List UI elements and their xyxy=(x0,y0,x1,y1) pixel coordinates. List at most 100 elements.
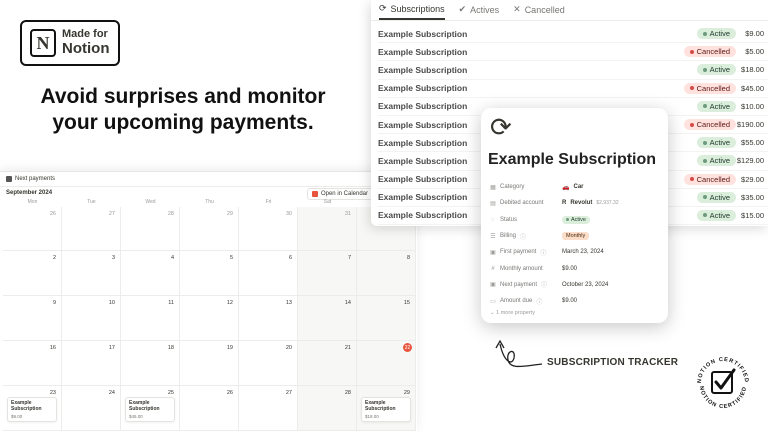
status-badge: Active xyxy=(696,100,736,112)
table-row[interactable]: Example Subscription Cancelled $45.00 xyxy=(378,80,768,98)
event-amount: $45.00 xyxy=(129,414,143,419)
calendar-day-cell[interactable]: 24 xyxy=(62,386,121,431)
calendar-day-cell[interactable]: 22 xyxy=(357,341,416,386)
day-number: 26 xyxy=(49,211,56,217)
bank-icon: ▤ xyxy=(490,200,496,207)
tab-subscriptions[interactable]: ⟳ Subscriptions xyxy=(379,3,445,20)
x-circle-icon: ✕ xyxy=(513,4,521,14)
status-dot-icon xyxy=(702,213,707,218)
calendar-day-cell[interactable]: 21 xyxy=(298,341,357,386)
day-number: 13 xyxy=(285,300,292,306)
day-number: 4 xyxy=(170,255,174,261)
weekday-label: Wed xyxy=(145,199,156,205)
subscription-amount: $35.00 xyxy=(741,192,764,202)
weekday-label: Sat xyxy=(323,199,332,205)
subscription-amount: $15.00 xyxy=(741,210,764,220)
calendar-tab-label: Next payments xyxy=(15,176,56,182)
calendar-day-cell[interactable]: 10 xyxy=(62,296,121,341)
status-label: Active xyxy=(709,138,730,148)
day-number: 3 xyxy=(111,255,115,261)
weekday-label: Mon xyxy=(27,199,38,205)
tab-actives[interactable]: ✔ Actives xyxy=(459,3,500,20)
day-number: 11 xyxy=(168,300,174,306)
info-icon: ⓘ xyxy=(536,299,543,306)
more-properties-toggle[interactable]: ⌄ 1 more property xyxy=(490,310,535,316)
sync-icon: ⟳ xyxy=(490,112,512,142)
calendar-day-cell[interactable]: 11 xyxy=(121,296,180,341)
money-icon: ▭ xyxy=(490,298,496,305)
day-number: 25 xyxy=(167,390,174,396)
calendar-event[interactable]: Example Subscription $45.00 xyxy=(125,397,175,422)
property-status[interactable]: ◌ Status Active xyxy=(490,212,662,228)
account-balance: $2,937.32 xyxy=(596,200,619,207)
calendar-day-cell[interactable]: 5 xyxy=(180,251,239,296)
calendar-event[interactable]: Example Subscription $18.00 xyxy=(361,397,411,422)
calendar-day-cell[interactable]: 12 xyxy=(180,296,239,341)
day-number: 24 xyxy=(108,390,115,396)
calendar-day-cell[interactable]: 3 xyxy=(62,251,121,296)
calendar-day-cell[interactable]: 6 xyxy=(239,251,298,296)
day-number: 26 xyxy=(226,390,233,396)
calendar-day-cell[interactable]: 27 xyxy=(62,207,121,251)
property-value: $9.00 xyxy=(562,298,578,305)
calendar-day-cell[interactable]: 30 xyxy=(239,207,298,251)
calendar-day-cell[interactable]: 28 xyxy=(298,386,357,431)
info-icon: ⓘ xyxy=(540,250,547,257)
calendar-day-cell[interactable]: 19 xyxy=(180,341,239,386)
property-list: ▦ Category 🚗 Car ▤ Debited account R Revolut… xyxy=(490,179,662,309)
subscription-name: Example Subscription xyxy=(378,192,468,203)
info-icon: ⓘ xyxy=(520,234,527,241)
event-title: Example Subscription xyxy=(11,400,42,412)
event-amount: $9.00 xyxy=(11,414,23,419)
property-debited-account[interactable]: ▤ Debited account R Revolut $2,937.32 xyxy=(490,195,662,211)
calendar-day-cell[interactable]: 9 xyxy=(3,296,62,341)
calendar-tab[interactable]: Next payments xyxy=(6,176,55,182)
subscription-amount: $45.00 xyxy=(741,83,764,93)
tab-cancelled[interactable]: ✕ Cancelled xyxy=(513,3,565,20)
status-badge: Cancelled xyxy=(683,46,736,58)
day-number: 29 xyxy=(403,390,410,396)
property-value: $9.00 xyxy=(562,265,578,272)
calendar-day-cell[interactable]: 8 xyxy=(357,251,416,296)
day-number: 15 xyxy=(403,300,410,306)
day-number: 7 xyxy=(347,255,351,261)
tab-label: Cancelled xyxy=(524,4,565,15)
property-category[interactable]: ▦ Category 🚗 Car xyxy=(490,179,662,195)
calendar-day-cell[interactable]: 31 xyxy=(298,207,357,251)
calendar-day-cell[interactable]: 28 xyxy=(121,207,180,251)
weekday-header: MonTueWedThuFriSatSun xyxy=(3,199,416,205)
calendar-day-cell[interactable]: 20 xyxy=(239,341,298,386)
calendar-day-cell[interactable]: 16 xyxy=(3,341,62,386)
calendar-day-cell[interactable]: 13 xyxy=(239,296,298,341)
calendar-day-cell[interactable]: 29 Example Subscription $18.00 xyxy=(357,386,416,431)
calendar-event[interactable]: Example Subscription $9.00 xyxy=(7,397,57,422)
calendar-day-cell[interactable]: 15 xyxy=(357,296,416,341)
calendar-day-cell[interactable]: 27 xyxy=(239,386,298,431)
property-first-payment[interactable]: ▣ First payment ⓘ March 23, 2024 xyxy=(490,244,662,260)
property-amount-due[interactable]: ▭ Amount due ⓘ $9.00 xyxy=(490,293,662,309)
event-title: Example Subscription xyxy=(365,400,396,412)
calendar-day-cell[interactable]: 29 xyxy=(180,207,239,251)
calendar-day-cell[interactable]: 26 xyxy=(3,207,62,251)
property-next-payment[interactable]: ▣ Next payment ⓘ October 23, 2024 xyxy=(490,277,662,293)
calendar-day-cell[interactable]: 18 xyxy=(121,341,180,386)
table-row[interactable]: Example Subscription Cancelled $5.00 xyxy=(378,43,768,62)
property-billing[interactable]: ☰ Billing ⓘ Monthly xyxy=(490,228,662,244)
calendar-day-cell[interactable]: 17 xyxy=(62,341,121,386)
curved-arrow-icon xyxy=(495,339,543,368)
property-label: Amount due xyxy=(500,298,533,305)
calendar-day-cell[interactable]: 7 xyxy=(298,251,357,296)
calendar-day-cell[interactable]: 25 Example Subscription $45.00 xyxy=(121,386,180,431)
calendar-day-cell[interactable]: 23 Example Subscription $9.00 xyxy=(3,386,62,431)
property-value: Revolut xyxy=(570,200,593,207)
property-monthly-amount[interactable]: # Monthly amount $9.00 xyxy=(490,260,662,276)
calendar-day-cell[interactable]: 14 xyxy=(298,296,357,341)
table-row[interactable]: Example Subscription Active $9.00 xyxy=(378,25,768,44)
day-number: 6 xyxy=(288,255,292,261)
calendar-day-cell[interactable]: 4 xyxy=(121,251,180,296)
table-row[interactable]: Example Subscription Active $18.00 xyxy=(378,61,768,80)
day-number: 14 xyxy=(344,300,351,306)
calendar-day-cell[interactable]: 26 xyxy=(180,386,239,431)
status-dot-icon xyxy=(702,195,707,200)
calendar-day-cell[interactable]: 2 xyxy=(3,251,62,296)
